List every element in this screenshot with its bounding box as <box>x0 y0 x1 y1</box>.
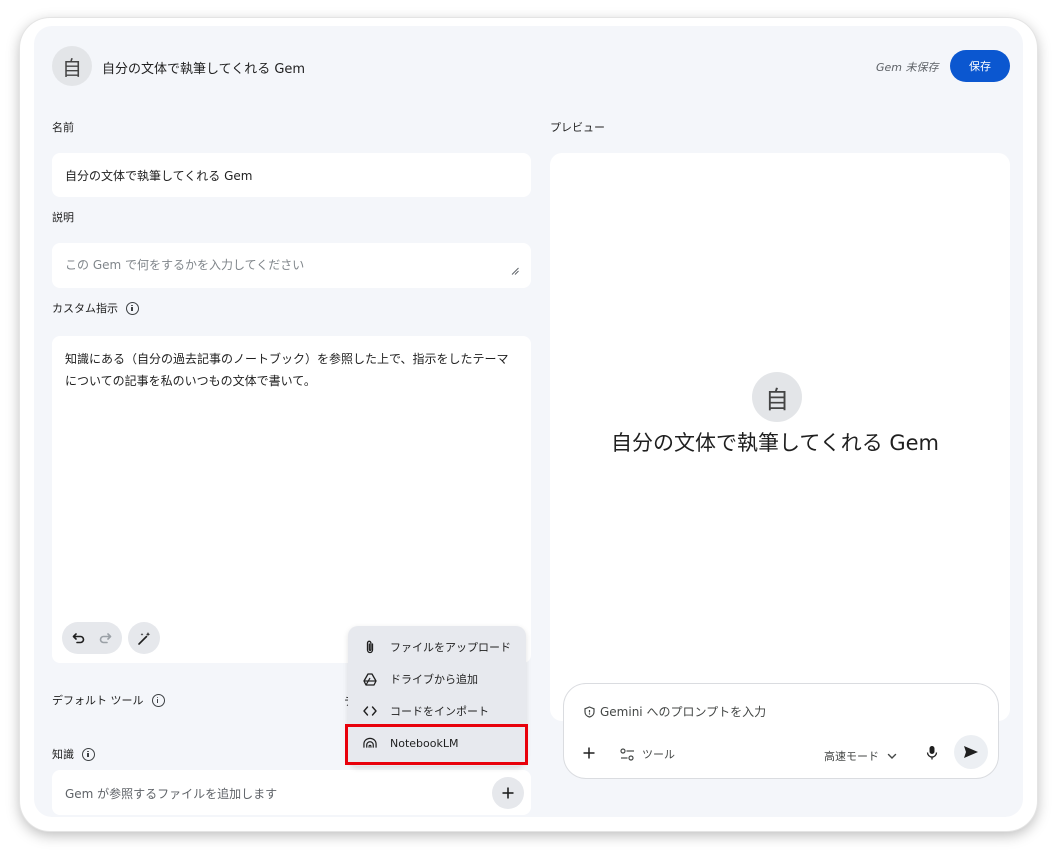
preview-title: 自分の文体で執筆してくれる Gem <box>610 431 940 455</box>
code-icon <box>363 704 377 718</box>
default-tools-label: デフォルト ツール <box>52 692 165 708</box>
chevron-down-icon <box>887 753 897 759</box>
magic-rewrite-button[interactable] <box>128 622 160 654</box>
redo-icon[interactable] <box>98 631 112 645</box>
description-label: 説明 <box>52 209 74 225</box>
add-knowledge-button[interactable] <box>492 777 524 809</box>
prompt-box: Gemini へのプロンプトを入力 ツール 高速モード <box>564 684 998 778</box>
resize-handle-icon[interactable] <box>511 267 519 275</box>
plus-icon <box>502 787 514 799</box>
menu-item-upload-file[interactable]: ファイルをアップロード <box>348 631 526 663</box>
tune-icon <box>620 747 634 761</box>
info-icon[interactable] <box>82 747 95 761</box>
menu-item-import-code[interactable]: コードをインポート <box>348 695 526 727</box>
prompt-toolbar: ツール 高速モード <box>564 735 998 772</box>
menu-item-drive[interactable]: ドライブから追加 <box>348 663 526 695</box>
prompt-placeholder: Gemini へのプロンプトを入力 <box>600 705 767 719</box>
preview-avatar: 自 <box>752 372 802 422</box>
instructions-toolbar <box>62 622 160 654</box>
tools-label: ツール <box>642 748 675 761</box>
instructions-input[interactable]: 知識にある（自分の過去記事のノートブック）を参照した上で、指示をしたテーマについ… <box>52 336 531 663</box>
knowledge-input[interactable]: Gem が参照するファイルを追加します <box>52 770 531 815</box>
knowledge-label: 知識 <box>52 746 95 762</box>
preview-label-text: プレビュー <box>550 121 605 134</box>
menu-item-label: ファイルをアップロード <box>390 641 511 654</box>
preview-panel: 自 自分の文体で執筆してくれる Gem <box>550 153 1010 721</box>
name-label-text: 名前 <box>52 121 74 134</box>
info-icon[interactable] <box>151 693 165 707</box>
window-frame: 自 自分の文体で執筆してくれる Gem Gem 未保存 保存 名前 自分の文体で… <box>20 18 1037 831</box>
info-icon[interactable] <box>126 301 139 315</box>
plus-icon[interactable] <box>582 746 596 760</box>
name-label: 名前 <box>52 119 74 135</box>
send-button[interactable] <box>954 735 988 769</box>
description-input[interactable]: この Gem で何をするかを入力してください <box>52 243 531 288</box>
name-input[interactable]: 自分の文体で執筆してくれる Gem <box>52 153 531 197</box>
prompt-input[interactable]: Gemini へのプロンプトを入力 <box>584 703 766 720</box>
mode-label: 高速モード <box>824 750 879 763</box>
mode-selector[interactable]: 高速モード <box>824 748 897 764</box>
unsaved-status: Gem 未保存 <box>876 61 939 74</box>
description-placeholder: この Gem で何をするかを入力してください <box>65 258 305 272</box>
send-icon <box>964 746 978 758</box>
microphone-icon[interactable] <box>926 745 938 761</box>
gem-editor: 自 自分の文体で執筆してくれる Gem Gem 未保存 保存 名前 自分の文体で… <box>34 26 1023 817</box>
magic-wand-icon <box>137 631 150 645</box>
instructions-label-text: カスタム指示 <box>52 302 118 315</box>
menu-item-label: コードをインポート <box>390 705 489 718</box>
preview-label: プレビュー <box>550 119 605 135</box>
gem-avatar: 自 <box>52 46 92 86</box>
tools-button[interactable]: ツール <box>620 746 675 762</box>
instructions-label: カスタム指示 <box>52 300 139 316</box>
paperclip-icon <box>363 640 377 654</box>
gem-title: 自分の文体で執筆してくれる Gem <box>102 62 306 77</box>
menu-item-label: ドライブから追加 <box>390 673 478 686</box>
notebooklm-highlight-box <box>345 724 528 765</box>
description-label-text: 説明 <box>52 211 74 224</box>
shield-icon <box>584 705 595 718</box>
undo-icon[interactable] <box>72 631 86 645</box>
drive-icon <box>363 672 377 686</box>
default-tools-label-text: デフォルト ツール <box>52 694 144 707</box>
save-button[interactable]: 保存 <box>950 50 1010 82</box>
undo-redo-group <box>62 622 122 654</box>
knowledge-label-text: 知識 <box>52 748 74 761</box>
